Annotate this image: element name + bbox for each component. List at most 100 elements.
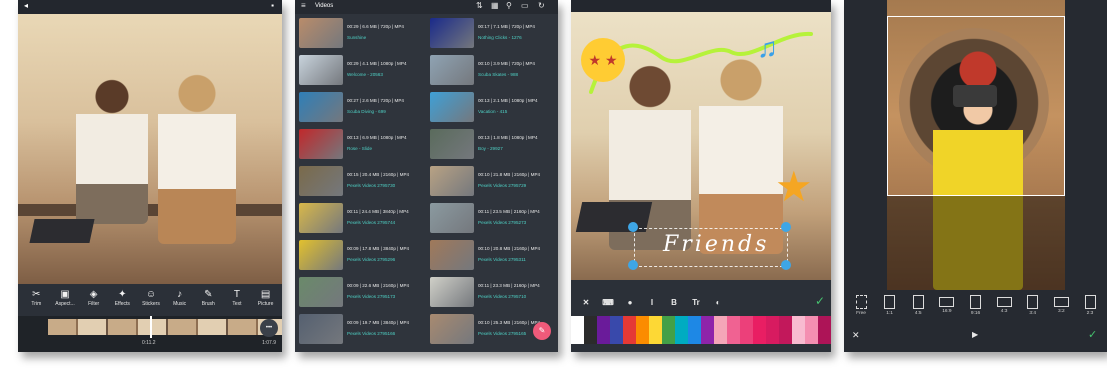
ratio-4-3-button[interactable]: 4:3 [991, 294, 1017, 318]
video-thumbnail[interactable] [299, 203, 343, 233]
ratio-free-button[interactable]: Free [848, 294, 874, 318]
color-swatch[interactable] [792, 316, 805, 344]
ratio-4-5-button[interactable]: 4:5 [905, 294, 931, 318]
refresh-icon[interactable]: ↻ [538, 1, 545, 10]
close-icon[interactable]: ✕ [577, 298, 595, 307]
folder-icon[interactable]: ▭ [521, 1, 529, 10]
ratio-16-9-button[interactable]: 16:9 [934, 294, 960, 318]
confirm-check-icon[interactable]: ✓ [1088, 328, 1097, 341]
video-list-item[interactable]: 00:11 | 23.5 MB | 2160p | MP4 Pexels Vide… [430, 203, 558, 233]
tool-trim-button[interactable]: ✂ Trim [23, 288, 49, 307]
tool-stickers-button[interactable]: ☺ Stickers [138, 288, 164, 307]
video-list-item[interactable]: 00:15 | 20.4 MB | 2160p | MP4 Pexels Vide… [299, 166, 429, 196]
timeline-strip[interactable] [48, 319, 282, 335]
video-preview[interactable] [18, 14, 282, 284]
music-notes-sticker[interactable]: ♫ [757, 32, 778, 64]
color-swatch[interactable] [688, 316, 701, 344]
video-list-item[interactable]: 00:17 | 7.1 MB | 720p | MP4 Nothing Click… [430, 18, 558, 48]
video-thumbnail[interactable] [430, 314, 474, 344]
video-thumbnail[interactable] [299, 277, 343, 307]
color-swatch[interactable] [623, 316, 636, 344]
grid-view-icon[interactable]: ▦ [491, 1, 499, 10]
color-swatch[interactable] [701, 316, 714, 344]
video-list-item[interactable]: 00:29 | 6.6 MB | 720p | MP4 Sunshine [299, 18, 429, 48]
video-thumbnail[interactable] [430, 55, 474, 85]
italic-icon[interactable]: I [643, 298, 661, 307]
ratio-9-16-button[interactable]: 9:16 [963, 294, 989, 318]
opacity-icon[interactable]: ◐ [709, 298, 727, 307]
color-swatch[interactable] [597, 316, 610, 344]
video-thumbnail[interactable] [299, 18, 343, 48]
canvas-preview[interactable]: ★ ★ ♫ ★ Friends [571, 12, 831, 280]
color-swatch[interactable] [805, 316, 818, 344]
tool-filter-button[interactable]: ◈ Filter [81, 288, 107, 307]
video-list-item[interactable]: 00:10 | 20.8 MB | 2160p | MP4 Pexels Vide… [430, 240, 558, 270]
more-button[interactable]: ••• [260, 319, 278, 337]
color-swatch[interactable] [636, 316, 649, 344]
sort-icon[interactable]: ⇅ [476, 1, 483, 10]
tool-text-button[interactable]: T Text [224, 288, 250, 307]
play-icon[interactable]: ▶ [972, 330, 978, 339]
tool-music-button[interactable]: ♪ Music [167, 288, 193, 307]
video-list-item[interactable]: 00:13 | 6.9 MB | 1080p | MP4 Rose - Slide [299, 129, 429, 159]
color-swatch[interactable] [610, 316, 623, 344]
handle-delete[interactable] [628, 260, 638, 270]
tool-brush-button[interactable]: ✎ Brush [195, 288, 221, 307]
color-swatch[interactable] [779, 316, 792, 344]
video-list-item[interactable]: 00:13 | 1.8 MB | 1080p | MP4 Boy - 29927 [430, 129, 558, 159]
emoji-sticker[interactable]: ★ ★ [581, 38, 625, 82]
color-swatch[interactable] [584, 316, 597, 344]
ratio-3-2-button[interactable]: 3:2 [1048, 294, 1074, 318]
video-thumbnail[interactable] [430, 203, 474, 233]
font-icon[interactable]: Tr [687, 298, 705, 307]
handle-rotate[interactable] [628, 222, 638, 232]
video-list-item[interactable]: 00:09 | 19.7 MB | 3840p | MP4 Pexels Vide… [299, 314, 429, 344]
color-swatch[interactable] [649, 316, 662, 344]
video-thumbnail[interactable] [299, 314, 343, 344]
tool-aspect-button[interactable]: ▣ Aspect... [52, 288, 78, 307]
playhead[interactable] [150, 316, 152, 338]
video-thumbnail[interactable] [430, 240, 474, 270]
crop-preview[interactable] [887, 0, 1065, 290]
video-thumbnail[interactable] [430, 166, 474, 196]
color-swatch[interactable] [818, 316, 831, 344]
bold-icon[interactable]: B [665, 298, 683, 307]
keyboard-icon[interactable]: ⌨ [599, 298, 617, 307]
video-thumbnail[interactable] [299, 92, 343, 122]
video-thumbnail[interactable] [430, 277, 474, 307]
video-thumbnail[interactable] [430, 18, 474, 48]
search-icon[interactable]: ⚲ [506, 1, 512, 10]
color-swatch[interactable] [753, 316, 766, 344]
video-list-item[interactable]: 00:27 | 2.6 MB | 720p | MP4 Scuba Diving … [299, 92, 429, 122]
handle-scale[interactable] [781, 222, 791, 232]
color-swatch[interactable] [727, 316, 740, 344]
video-list-item[interactable]: 00:13 | 2.1 MB | 1080p | MP4 Vacation - 4… [430, 92, 558, 122]
star-sticker[interactable]: ★ [775, 166, 813, 208]
color-swatch[interactable] [766, 316, 779, 344]
color-swatch[interactable] [662, 316, 675, 344]
video-thumbnail[interactable] [299, 55, 343, 85]
video-thumbnail[interactable] [299, 240, 343, 270]
timeline[interactable]: 0:11.2 1:07.9 ••• [18, 316, 282, 352]
video-list-item[interactable]: 00:10 | 3.9 MB | 720p | MP4 Scuba Skates … [430, 55, 558, 85]
color-swatch[interactable] [571, 316, 584, 344]
video-list-item[interactable]: 00:11 | 23.3 MB | 2160p | MP4 Pexels Vide… [430, 277, 558, 307]
video-thumbnail[interactable] [299, 129, 343, 159]
handle-resize[interactable] [781, 260, 791, 270]
video-list-item[interactable]: 00:09 | 22.6 MB | 2160p | MP4 Pexels Vide… [299, 277, 429, 307]
palette-icon[interactable]: ● [621, 298, 639, 307]
menu-icon[interactable]: ≡ [301, 1, 306, 10]
tool-picture-button[interactable]: ▤ Picture [253, 288, 279, 307]
video-thumbnail[interactable] [430, 129, 474, 159]
ratio-2-3-button[interactable]: 2:3 [1077, 294, 1103, 318]
crop-frame[interactable] [887, 16, 1065, 196]
fab-button[interactable]: ✎ [533, 322, 551, 340]
ratio-1-1-button[interactable]: 1:1 [877, 294, 903, 318]
close-icon[interactable]: ✕ [852, 330, 860, 341]
color-swatch[interactable] [740, 316, 753, 344]
color-swatch[interactable] [714, 316, 727, 344]
friends-text[interactable]: Friends [663, 232, 769, 257]
confirm-check-icon[interactable]: ✓ [815, 294, 825, 308]
color-swatch[interactable] [675, 316, 688, 344]
ratio-3-4-button[interactable]: 3:4 [1020, 294, 1046, 318]
